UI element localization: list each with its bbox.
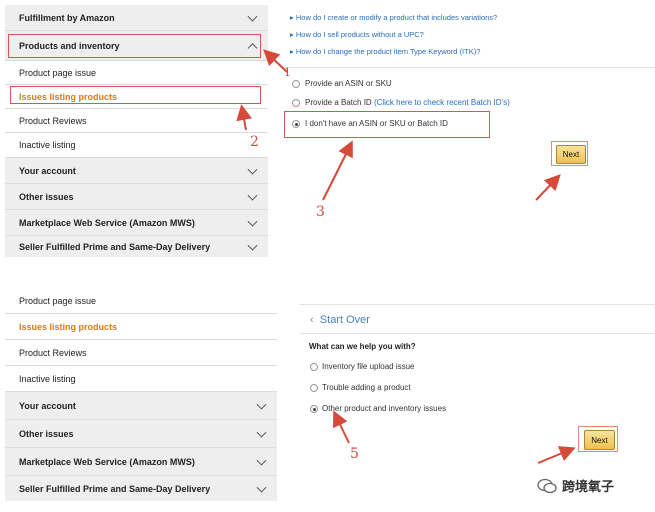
watermark: 跨境氧子 xyxy=(537,476,614,495)
step-number-2: 2 xyxy=(250,134,259,150)
arrow-next-top xyxy=(535,174,561,201)
watermark-text: 跨境氧子 xyxy=(562,480,615,495)
arrow-3 xyxy=(322,140,353,201)
wechat-icon xyxy=(537,478,557,493)
step-number-3: 3 xyxy=(316,204,325,220)
arrow-2 xyxy=(236,104,253,131)
annotation-arrows xyxy=(236,49,576,464)
step-number-1: 1 xyxy=(284,66,291,79)
arrow-next-bottom xyxy=(537,446,576,464)
step-number-5: 5 xyxy=(350,446,359,462)
arrow-5 xyxy=(333,410,350,444)
